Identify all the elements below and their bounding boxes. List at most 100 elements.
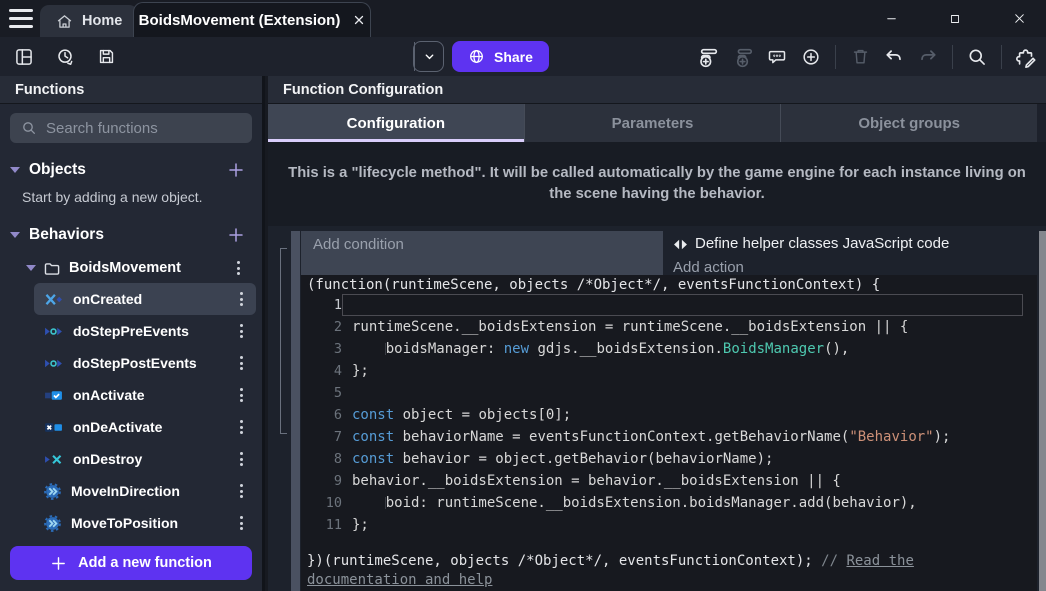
function-item-doStepPreEvents[interactable]: doStepPreEvents bbox=[34, 315, 256, 347]
code-line-11: 11}; bbox=[301, 514, 1037, 536]
tab-boidsmovement-extension[interactable]: BoidsMovement (Extension) bbox=[133, 2, 371, 37]
tab-parameters[interactable]: Parameters bbox=[525, 104, 782, 142]
add-condition-button[interactable]: Add condition bbox=[301, 231, 663, 275]
function-item-MoveInDirection[interactable]: MoveInDirection bbox=[34, 475, 256, 507]
tab-active-label: BoidsMovement (Extension) bbox=[139, 12, 341, 29]
history-button[interactable] bbox=[51, 43, 79, 71]
main-header: Function Configuration bbox=[268, 76, 1046, 104]
function-item-onDestroy[interactable]: onDestroy bbox=[34, 443, 256, 475]
line-number: 8 bbox=[301, 448, 342, 470]
event-selection-bracket bbox=[280, 248, 287, 434]
kebab-menu-icon[interactable] bbox=[233, 257, 244, 279]
redo-icon bbox=[918, 47, 938, 67]
function-item-doStepPostEvents[interactable]: doStepPostEvents bbox=[34, 347, 256, 379]
close-window-button[interactable] bbox=[1005, 5, 1033, 33]
code-lines: 12runtimeScene.__boidsExtension = runtim… bbox=[301, 294, 1037, 536]
code-line-1: 1 bbox=[301, 294, 1037, 316]
menu-icon[interactable] bbox=[9, 9, 33, 28]
search-box bbox=[10, 113, 252, 143]
function-item-onActivate[interactable]: onActivate bbox=[34, 379, 256, 411]
home-icon bbox=[56, 13, 73, 30]
add-other-event-button[interactable] bbox=[797, 43, 825, 71]
maximize-button[interactable] bbox=[941, 5, 969, 33]
project-manager-button[interactable] bbox=[10, 43, 38, 71]
save-button[interactable] bbox=[92, 43, 120, 71]
objects-empty-text: Start by adding a new object. bbox=[22, 189, 262, 205]
kebab-menu-icon[interactable] bbox=[236, 448, 247, 470]
search-icon bbox=[967, 47, 987, 67]
tab-home[interactable]: Home bbox=[40, 5, 138, 37]
close-icon bbox=[1013, 12, 1026, 25]
kebab-menu-icon[interactable] bbox=[236, 352, 247, 374]
minimize-icon bbox=[885, 12, 898, 25]
code-line-7: 7const behaviorName = eventsFunctionCont… bbox=[301, 426, 1037, 448]
behavior-group-boidsmovement[interactable]: BoidsMovement bbox=[0, 253, 262, 283]
close-tab-icon[interactable] bbox=[353, 14, 365, 26]
panels-icon bbox=[14, 47, 34, 67]
share-button[interactable]: Share bbox=[452, 41, 549, 72]
globe-icon bbox=[468, 48, 485, 65]
kebab-menu-icon[interactable] bbox=[236, 480, 247, 502]
delete-button bbox=[846, 43, 874, 71]
add-subevent-icon bbox=[731, 46, 755, 68]
toolbar-center: Preview Share bbox=[413, 41, 549, 72]
kebab-menu-icon[interactable] bbox=[236, 416, 247, 438]
edit-extension-button[interactable] bbox=[1012, 43, 1040, 71]
add-object-button[interactable] bbox=[225, 159, 247, 181]
function-item-label: MoveInDirection bbox=[71, 483, 226, 499]
toolbar-divider bbox=[1001, 45, 1002, 69]
add-event-button[interactable] bbox=[695, 43, 723, 71]
js-code-editor[interactable]: (function(runtimeScene, objects /*Object… bbox=[301, 275, 1037, 591]
kebab-menu-icon[interactable] bbox=[236, 384, 247, 406]
undo-button[interactable] bbox=[880, 43, 908, 71]
event-drag-handle[interactable] bbox=[291, 231, 300, 591]
toolbar-left bbox=[10, 37, 120, 76]
kebab-menu-icon[interactable] bbox=[236, 288, 247, 310]
chevron-down-icon[interactable] bbox=[10, 167, 20, 173]
code-token: behavior = object.getBehavior(behaviorNa… bbox=[394, 451, 773, 467]
function-item-onDeActivate[interactable]: onDeActivate bbox=[34, 411, 256, 443]
add-behavior-button[interactable] bbox=[225, 224, 247, 246]
function-item-label: onDeActivate bbox=[73, 419, 226, 435]
add-new-function-button[interactable]: Add a new function bbox=[10, 546, 252, 580]
chevron-down-icon[interactable] bbox=[26, 265, 36, 271]
code-header-line: (function(runtimeScene, objects /*Object… bbox=[301, 275, 1037, 294]
code-token: // bbox=[821, 553, 846, 569]
documentation-link[interactable]: documentation and help bbox=[307, 572, 492, 588]
preview-options-button[interactable] bbox=[414, 42, 443, 71]
search-icon bbox=[21, 120, 37, 136]
tab-object-groups[interactable]: Object groups bbox=[781, 104, 1037, 142]
code-line-9: 9behavior.__boidsExtension = behavior.__… bbox=[301, 470, 1037, 492]
search-functions-input[interactable] bbox=[46, 120, 245, 137]
kebab-menu-icon[interactable] bbox=[236, 320, 247, 342]
code-line-content: boid: runtimeScene.__boidsExtension.boid… bbox=[342, 492, 1037, 514]
line-number: 11 bbox=[301, 514, 342, 536]
function-configuration-panel: Function Configuration ConfigurationPara… bbox=[268, 76, 1046, 591]
chevron-down-icon[interactable] bbox=[10, 232, 20, 238]
add-event-icon bbox=[697, 46, 721, 68]
sidebar-header: Functions bbox=[0, 76, 262, 104]
behaviors-section-header: Behaviors bbox=[0, 223, 262, 247]
code-token: }; bbox=[352, 363, 369, 379]
function-item-label: onDestroy bbox=[73, 451, 226, 467]
events-scrollbar[interactable] bbox=[1039, 231, 1046, 591]
function-item-MoveToPosition[interactable]: MoveToPosition bbox=[34, 507, 256, 539]
minimize-button[interactable] bbox=[877, 5, 905, 33]
event-title[interactable]: Define helper classes JavaScript code bbox=[673, 234, 1037, 254]
chevron-down-icon bbox=[423, 50, 436, 63]
code-token: new bbox=[504, 341, 529, 357]
code-token: const bbox=[352, 407, 394, 423]
objects-section-header: Objects bbox=[0, 158, 262, 182]
behavior-method-icon bbox=[44, 515, 61, 532]
add-comment-button[interactable] bbox=[763, 43, 791, 71]
kebab-menu-icon[interactable] bbox=[236, 512, 247, 534]
code-token: BoidsManager bbox=[723, 341, 824, 357]
line-number: 10 bbox=[301, 492, 342, 514]
function-item-label: onActivate bbox=[73, 387, 226, 403]
search-events-button[interactable] bbox=[963, 43, 991, 71]
history-icon bbox=[55, 47, 75, 67]
lifecycle-step-icon bbox=[44, 324, 63, 339]
documentation-link[interactable]: Read the bbox=[846, 553, 913, 569]
function-item-onCreated[interactable]: onCreated bbox=[34, 283, 256, 315]
tab-configuration[interactable]: Configuration bbox=[268, 104, 525, 142]
